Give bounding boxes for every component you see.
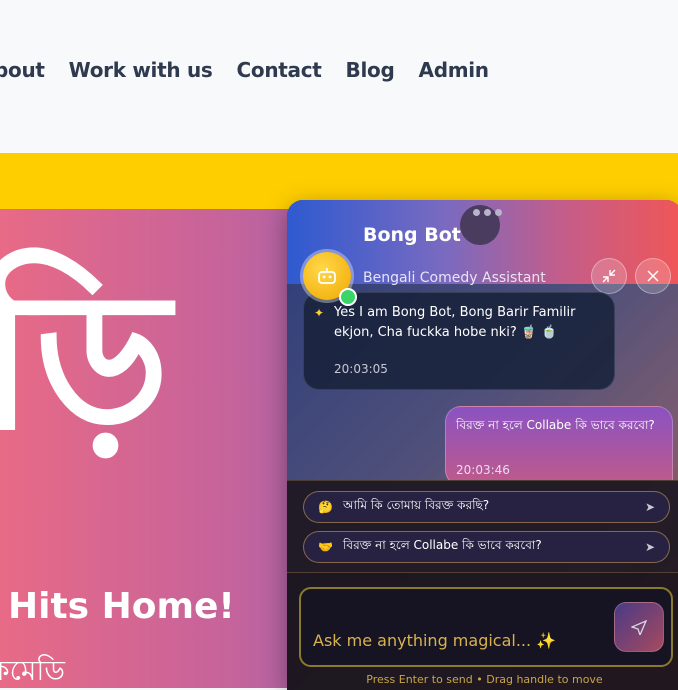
chat-input[interactable]: Ask me anything magical... ✨ xyxy=(299,587,673,667)
bot-message: ✦ Yes I am Bong Bot, Bong Barir Familir … xyxy=(303,292,615,390)
hero-bengali-title: ড়ি xyxy=(0,251,170,472)
send-icon: ➤ xyxy=(644,540,655,554)
close-icon xyxy=(647,270,659,282)
suggestion-list: 🤔 আমি কি তোমায় বিরক্ত করছি? ➤ 🤝 বিরক্ত … xyxy=(287,480,678,573)
send-icon xyxy=(631,619,647,635)
chat-widget: Bong Bot Bengali Comedy Assistant ✦ Yes … xyxy=(287,200,678,690)
nav-link-blog[interactable]: Blog xyxy=(346,58,395,82)
nav-links: bout Work with us Contact Blog Admin xyxy=(0,58,489,82)
minimize-icon xyxy=(602,269,616,283)
suggestion-chip[interactable]: 🤝 বিরক্ত না হলে Collabe কি ভাবে করবো? ➤ xyxy=(303,531,670,563)
robot-icon xyxy=(318,268,336,284)
nav-link-about[interactable]: bout xyxy=(0,58,45,82)
sparkle-icon: ✦ xyxy=(314,306,325,320)
top-navbar: bout Work with us Contact Blog Admin xyxy=(0,0,678,154)
bot-message-text: Yes I am Bong Bot, Bong Barir Familir ek… xyxy=(334,305,576,340)
bot-message-time: 20:03:05 xyxy=(334,362,388,376)
hero-headline: Hits Home! xyxy=(8,586,235,627)
send-icon: ➤ xyxy=(644,500,655,514)
message-list[interactable]: ✦ Yes I am Bong Bot, Bong Barir Familir … xyxy=(287,284,678,480)
nav-link-contact[interactable]: Contact xyxy=(237,58,322,82)
chat-input-area: Ask me anything magical... ✨ Press Enter… xyxy=(287,572,678,690)
user-message-text: বিরক্ত না হলে Collabe কি ভাবে করবো? xyxy=(456,418,655,432)
suggestion-chip[interactable]: 🤔 আমি কি তোমায় বিরক্ত করছি? ➤ xyxy=(303,491,670,523)
bot-name: Bong Bot xyxy=(363,224,461,246)
input-hint: Press Enter to send • Drag handle to mov… xyxy=(366,673,603,686)
user-message-time: 20:03:46 xyxy=(456,463,510,477)
drag-dots-icon[interactable] xyxy=(473,209,502,216)
chat-input-placeholder: Ask me anything magical... ✨ xyxy=(313,631,557,650)
nav-link-admin[interactable]: Admin xyxy=(419,58,490,82)
nav-link-work-with-us[interactable]: Work with us xyxy=(69,58,213,82)
hero-subtext: কমেডি xyxy=(0,654,66,687)
suggestion-text: বিরক্ত না হলে Collabe কি ভাবে করবো? xyxy=(342,538,542,552)
handshake-emoji-icon: 🤝 xyxy=(318,540,333,554)
thinking-emoji-icon: 🤔 xyxy=(318,500,333,514)
suggestion-text: আমি কি তোমায় বিরক্ত করছি? xyxy=(342,498,490,512)
user-message: বিরক্ত না হলে Collabe কি ভাবে করবো? 20:0… xyxy=(445,406,673,480)
send-button[interactable] xyxy=(614,602,664,652)
online-status-dot xyxy=(339,288,357,306)
